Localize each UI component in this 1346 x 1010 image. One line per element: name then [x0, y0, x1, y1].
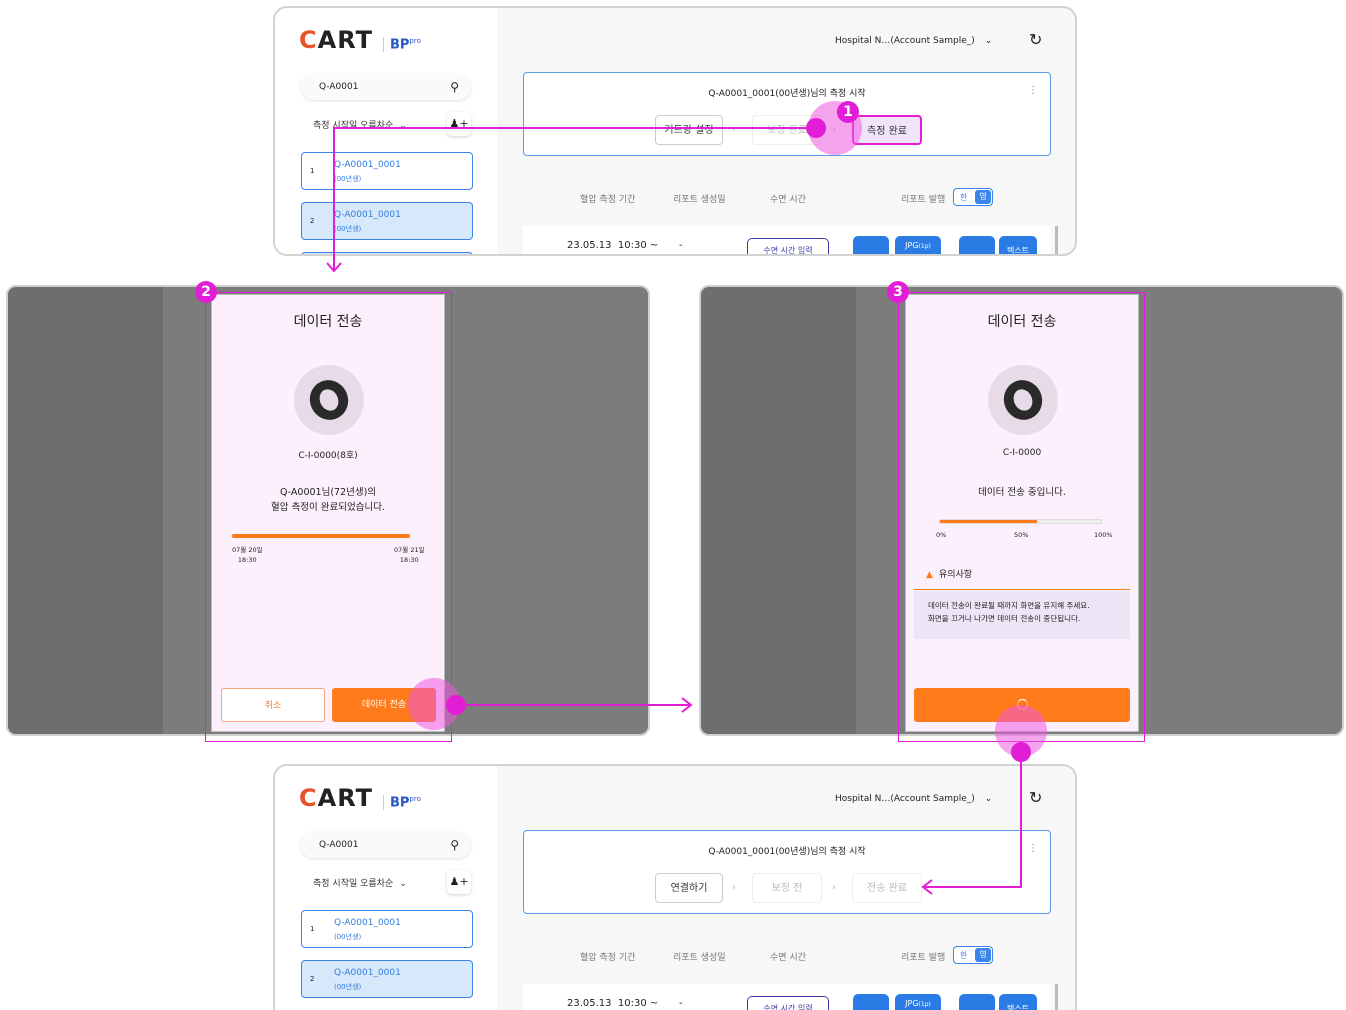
table-row: 23.05.13 10:30 ~ - 수면 시간 입력 JPG(1p) 텍스트 — [523, 226, 1051, 254]
search-icon[interactable]: ⚲ — [450, 832, 459, 858]
patient-list-item[interactable] — [301, 252, 473, 254]
add-user-icon: ♟+ — [449, 117, 469, 130]
refresh-icon[interactable]: ↻ — [1029, 30, 1042, 49]
chevron-down-icon: ⌄ — [399, 879, 407, 889]
col-header: 리포트 발행 — [901, 953, 946, 963]
sidebar: CART BPpro Q-A0001 ⚲ 측정 시작일 오름차순 ⌄ ♟+ 1 Q-… — [275, 8, 497, 254]
add-user-button[interactable]: ♟+ — [447, 870, 471, 894]
kebab-icon[interactable]: ⋮ — [1028, 843, 1038, 854]
text-button[interactable]: 텍스트 — [999, 994, 1037, 1010]
chevron-right-icon: › — [732, 882, 736, 893]
session-card: Q-A0001_0001(00년생)님의 측정 시작 ⋮ 거트랑 설정 › 보정… — [523, 72, 1051, 156]
sleep-time-button[interactable]: 수면 시간 입력 — [747, 996, 829, 1010]
step-pre-calibration[interactable]: 보정 전 — [752, 873, 822, 903]
chevron-down-icon: ⌄ — [984, 36, 993, 46]
step-setup[interactable]: 거트랑 설정 — [655, 115, 723, 145]
search-icon[interactable]: ⚲ — [450, 74, 459, 100]
kebab-icon[interactable]: ⋮ — [1028, 85, 1038, 96]
patient-list-item[interactable]: 2 Q-A0001_0001 (00년생) — [301, 960, 473, 998]
col-header: 수면 시간 — [770, 953, 806, 963]
scrollbar[interactable] — [1055, 226, 1058, 254]
hospital-selector[interactable]: Hospital N…(Account Sample_) ⌄ — [835, 36, 992, 46]
logo: CART BPpro — [299, 26, 421, 54]
chevron-right-icon: › — [732, 124, 736, 135]
chevron-down-icon: ⌄ — [984, 794, 993, 804]
col-header: 혈압 측정 기간 — [580, 953, 636, 963]
step-measure-complete[interactable]: 측정 완료 — [852, 115, 922, 145]
flow-start-dot — [806, 118, 826, 138]
jpg-button[interactable]: JPG(1p) — [895, 236, 941, 254]
add-user-icon: ♟+ — [449, 875, 469, 888]
logo: CART BPpro — [299, 784, 421, 812]
app-screen-before: CART BPpro Q-A0001 ⚲ 측정 시작일 오름차순 ⌄ ♟+ 1 Q-… — [273, 6, 1077, 256]
col-header: 수면 시간 — [770, 195, 806, 205]
col-header: 리포트 생성일 — [673, 953, 726, 963]
report-button[interactable] — [853, 994, 889, 1010]
step-badge: 1 — [837, 101, 859, 123]
hospital-selector[interactable]: Hospital N…(Account Sample_) ⌄ — [835, 794, 992, 804]
highlight-outline — [205, 292, 452, 742]
search-input[interactable]: Q-A0001 ⚲ — [301, 832, 471, 858]
jpg-button[interactable]: JPG(1p) — [895, 994, 941, 1010]
patient-list-item[interactable]: 1 Q-A0001_0001 (00년생) — [301, 152, 473, 190]
col-header: 혈압 측정 기간 — [580, 195, 636, 205]
col-header: 리포트 생성일 — [673, 195, 726, 205]
chevron-down-icon: ⌄ — [399, 121, 407, 131]
text-button[interactable]: 텍스트 — [999, 236, 1037, 254]
highlight-outline — [898, 292, 1145, 742]
chevron-right-icon: › — [832, 882, 836, 893]
sort-dropdown[interactable]: 측정 시작일 오름차순 ⌄ — [313, 118, 407, 131]
patient-list-item[interactable]: 1 Q-A0001_0001 (00년생) — [301, 910, 473, 948]
sleep-time-button[interactable]: 수면 시간 입력 — [747, 238, 829, 254]
step-connect[interactable]: 연결하기 — [655, 873, 723, 903]
step-badge: 3 — [887, 281, 909, 303]
language-toggle[interactable]: 한영 — [953, 188, 993, 206]
sidebar: CART BPpro Q-A0001 ⚲ 측정 시작일 오름차순 ⌄ ♟+ 1 Q-… — [275, 766, 497, 1010]
logo-cart: CART — [299, 26, 373, 54]
report-button[interactable] — [959, 994, 995, 1010]
app-screen-after: CART BPpro Q-A0001 ⚲ 측정 시작일 오름차순 ⌄ ♟+ 1 Q-… — [273, 764, 1077, 1010]
step-transfer-complete[interactable]: 전송 완료 — [852, 873, 922, 903]
sort-dropdown[interactable]: 측정 시작일 오름차순 ⌄ — [313, 876, 407, 889]
refresh-icon[interactable]: ↻ — [1029, 788, 1042, 807]
flow-start-dot — [446, 695, 466, 715]
report-button[interactable] — [853, 236, 889, 254]
step-badge: 2 — [195, 281, 217, 303]
logo-bp: BPpro — [382, 36, 421, 52]
language-toggle[interactable]: 한영 — [953, 946, 993, 964]
flow-start-dot — [1011, 742, 1031, 762]
scrollbar[interactable] — [1055, 984, 1058, 1010]
report-button[interactable] — [959, 236, 995, 254]
table-row: 23.05.13 10:30 ~ - 수면 시간 입력 JPG(1p) 텍스트 — [523, 984, 1051, 1010]
col-header: 리포트 발행 — [901, 195, 946, 205]
search-input[interactable]: Q-A0001 ⚲ — [301, 74, 471, 100]
patient-list-item[interactable]: 2 Q-A0001_0001 (00년생) — [301, 202, 473, 240]
add-user-button[interactable]: ♟+ — [447, 112, 471, 136]
session-card: Q-A0001_0001(00년생)님의 측정 시작 ⋮ 연결하기 › 보정 전… — [523, 830, 1051, 914]
